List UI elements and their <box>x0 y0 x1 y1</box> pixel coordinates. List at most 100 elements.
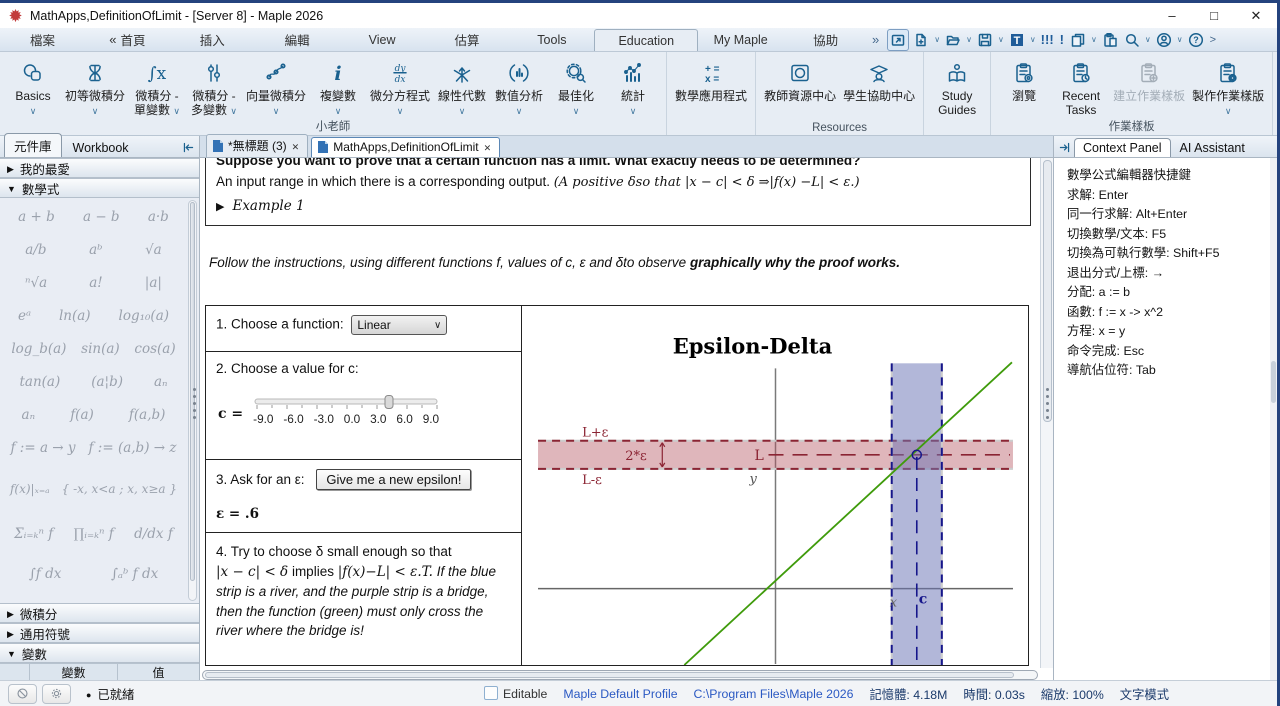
ribbon-item-calculus-multi-variable[interactable]: 微積分 - 多變數 <box>186 57 242 118</box>
ribbon-item-vector-calculus[interactable]: 向量微積分 <box>243 57 309 118</box>
menu-edit[interactable]: 編輯 <box>255 28 340 51</box>
text-mode-icon[interactable]: T <box>1007 30 1027 50</box>
ribbon-item-complex-variables[interactable]: i 複變數 <box>310 57 366 118</box>
settings-button[interactable] <box>42 684 71 704</box>
ribbon-item-browse-tasks[interactable]: 瀏覽 <box>996 57 1052 103</box>
ribbon-item-elementary-calculus[interactable]: 初等微積分 <box>62 57 128 118</box>
palette-expression[interactable]: a/b <box>25 242 46 258</box>
palette-expression[interactable]: cos(a) <box>134 341 175 357</box>
menu-evaluate[interactable]: 估算 <box>425 28 510 51</box>
palette-expression[interactable]: Σᵢ₌ₖⁿ f <box>14 526 53 542</box>
palette-expression[interactable]: f(x)|ₓ₌ₐ <box>10 482 50 496</box>
section-expressions[interactable]: 數學式 <box>0 178 199 198</box>
collapse-sidebar-icon[interactable] <box>182 141 199 157</box>
palette-expression[interactable]: ∫ₐᵇ f dx <box>111 566 158 582</box>
execute-icon[interactable]: ! <box>1058 32 1066 47</box>
epsilon-delta-plot[interactable]: Epsilon-Delta L+ε 2*ε L L-ε y x c <box>522 306 1028 665</box>
ribbon-item-recent-tasks[interactable]: Recent Tasks <box>1053 57 1109 117</box>
menu-home[interactable]: 首頁 <box>85 28 170 51</box>
palette-expression[interactable]: aₙ <box>154 374 168 390</box>
tab-context-panel[interactable]: Context Panel <box>1074 138 1171 157</box>
horizontal-scrollbar[interactable] <box>202 670 1038 680</box>
menu-help[interactable]: 協助 <box>783 28 868 51</box>
palette-expression[interactable]: a + b <box>18 209 55 225</box>
collapse-panel-icon[interactable] <box>1056 141 1074 157</box>
section-calculus[interactable]: 微積分 <box>0 603 199 623</box>
palette-expression[interactable]: tan(a) <box>19 374 60 390</box>
chevron-down-icon[interactable]: ∨ <box>934 35 940 44</box>
slider-thumb[interactable] <box>385 396 393 409</box>
chevron-down-icon[interactable]: ∨ <box>1030 35 1036 44</box>
ribbon-item-basics[interactable]: Basics <box>5 57 61 118</box>
chevron-down-icon[interactable]: ∨ <box>1145 35 1151 44</box>
palette-expression[interactable]: f(a,b) <box>129 407 166 423</box>
left-splitter-handle[interactable] <box>191 388 197 419</box>
menu-file[interactable]: 檔案 <box>0 28 85 51</box>
palette-expression[interactable]: f(a) <box>70 407 94 423</box>
menu-my-maple[interactable]: My Maple <box>698 28 783 51</box>
section-variables[interactable]: 變數 <box>0 643 199 663</box>
close-tab-icon[interactable] <box>292 139 300 153</box>
palette-expression[interactable]: ∏ᵢ₌ₖⁿ f <box>74 526 114 542</box>
install-path-link[interactable]: C:\Program Files\Maple 2026 <box>694 687 854 701</box>
palette-expression[interactable]: sin(a) <box>81 341 120 357</box>
scrollbar-thumb[interactable] <box>205 672 1014 678</box>
ribbon-item-calculus-single-variable[interactable]: ∫x 微積分 - 單變數 <box>129 57 185 118</box>
menu-view[interactable]: View <box>340 28 425 51</box>
chevron-down-icon[interactable]: ∨ <box>998 35 1004 44</box>
tab-component-library[interactable]: 元件庫 <box>4 133 62 157</box>
section-common-symbols[interactable]: 通用符號 <box>0 623 199 643</box>
palette-expression[interactable]: ln(a) <box>59 308 91 324</box>
ribbon-item-numerical-analysis[interactable]: 數值分析 <box>491 57 547 118</box>
menu-tools[interactable]: Tools <box>509 28 594 51</box>
menu-overflow-icon[interactable] <box>868 28 883 51</box>
palette-expression[interactable]: eᵃ <box>18 308 31 324</box>
new-epsilon-button[interactable]: Give me a new epsilon! <box>316 469 471 490</box>
function-dropdown[interactable]: Linear∨ <box>351 315 447 335</box>
palette-expression[interactable]: |a| <box>145 275 162 291</box>
palette-expression[interactable]: f := (a,b) → z <box>89 440 177 456</box>
chevron-down-icon[interactable]: ∨ <box>966 35 972 44</box>
palette-expression[interactable]: aᵇ <box>89 242 102 258</box>
right-splitter-handle[interactable] <box>1044 388 1050 419</box>
ribbon-item-math-apps[interactable]: + =x = 數學應用程式 <box>672 57 750 103</box>
palette-expression[interactable]: a − b <box>83 209 120 225</box>
close-tab-icon[interactable] <box>484 140 492 154</box>
close-button[interactable]: ✕ <box>1235 3 1277 28</box>
palette-expression[interactable]: a·b <box>148 209 169 225</box>
workbook-navigator-icon[interactable] <box>887 29 909 51</box>
copy-icon[interactable] <box>1068 30 1088 50</box>
palette-expression[interactable]: { -x, x<a ; x, x≥a } <box>62 482 177 496</box>
palette-expression[interactable]: d∕dx f <box>134 526 173 542</box>
c-value-slider[interactable] <box>253 392 441 412</box>
help-icon[interactable]: ? <box>1186 30 1206 50</box>
palette-expression[interactable]: √a <box>145 242 162 258</box>
panel-scrollbar[interactable] <box>1270 158 1277 680</box>
menu-tab-education[interactable]: Education <box>594 29 698 51</box>
ribbon-item-make-template[interactable]: 製作作業樣版 <box>1189 57 1267 118</box>
new-document-icon[interactable] <box>911 30 931 50</box>
worksheet-view[interactable]: Suppose you want to prove that a certain… <box>200 158 1040 668</box>
zoom-icon[interactable] <box>1122 30 1142 50</box>
interrupt-button[interactable] <box>8 684 37 704</box>
account-icon[interactable] <box>1154 30 1174 50</box>
palette-expression[interactable]: log₁₀(a) <box>119 308 170 324</box>
ribbon-item-statistics[interactable]: 統計 <box>605 57 661 118</box>
ribbon-item-optimization[interactable]: 最佳化 <box>548 57 604 118</box>
palette-expression[interactable]: a! <box>89 275 102 291</box>
palette-expression[interactable]: f := a → y <box>11 440 76 456</box>
palette-expression[interactable]: aₙ <box>22 407 36 423</box>
scrollbar-thumb[interactable] <box>1271 361 1276 403</box>
tab-workbook[interactable]: Workbook <box>64 139 138 157</box>
example-toggle[interactable]: Example 1 <box>216 198 1020 214</box>
open-file-icon[interactable] <box>943 30 963 50</box>
tab-ai-assistant[interactable]: AI Assistant <box>1172 139 1253 157</box>
minimize-button[interactable]: – <box>1151 3 1193 28</box>
palette-expression[interactable]: ∫f dx <box>29 566 62 582</box>
ribbon-item-teacher-resource-center[interactable]: 教師資源中心 <box>761 57 839 103</box>
palette-expression[interactable]: log_b(a) <box>11 341 66 357</box>
ribbon-item-differential-equations[interactable]: dydx 微分方程式 <box>367 57 433 118</box>
maximize-button[interactable]: □ <box>1193 3 1235 28</box>
doc-tab-definition-of-limit[interactable]: MathApps,DefinitionOfLimit <box>311 137 500 157</box>
toolbar-overflow-icon[interactable]: > <box>1208 34 1216 46</box>
